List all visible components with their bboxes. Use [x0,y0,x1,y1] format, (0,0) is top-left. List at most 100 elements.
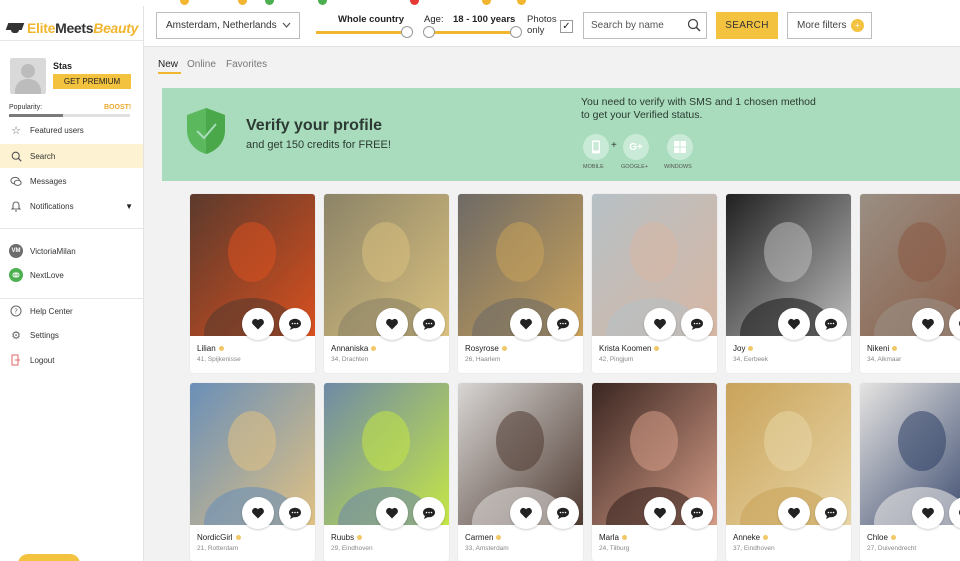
profile-name[interactable]: Ruubs [331,533,363,542]
verify-windows-button[interactable] [667,134,693,160]
sidebar-item-settings[interactable]: ⚙ Settings [0,323,143,347]
profile-name[interactable]: Joy [733,344,754,353]
search-button[interactable]: SEARCH [716,12,778,39]
heart-icon [386,507,398,519]
message-button[interactable] [413,308,445,340]
like-button[interactable] [912,308,944,340]
tab-favorites[interactable]: Favorites [226,59,267,70]
avatar[interactable] [10,58,46,94]
profile-card[interactable]: Rosyrose 26, Haarlem [458,194,583,373]
message-button[interactable] [815,308,847,340]
age-max-handle[interactable] [510,26,522,38]
sidebar-item-featured-users[interactable]: ☆ Featured users [0,118,143,142]
profile-photo[interactable] [860,383,960,525]
profile-age-location: 27, Duivendrecht [867,545,917,552]
photos-only-checkbox[interactable]: ✓ [560,20,573,33]
message-button[interactable] [279,308,311,340]
sidebar-item-nextlove[interactable]: NextLove [0,263,143,287]
like-button[interactable] [376,308,408,340]
profile-name[interactable]: Carmen [465,533,502,542]
profile-age-location: 42, Pingjum [599,356,634,363]
age-slider-track[interactable] [429,31,516,34]
location-select[interactable]: Amsterdam, Netherlands [156,12,300,39]
profile-card[interactable]: Nikeni 34, Alkmaar [860,194,960,373]
profile-name[interactable]: Annaniska [331,344,377,353]
profile-name-text: Krista Koomen [599,344,652,353]
profile-card[interactable]: Annaniska 34, Drachten [324,194,449,373]
message-button[interactable] [681,308,713,340]
like-button[interactable] [912,497,944,529]
profile-card[interactable]: Joy 34, Eerbeek [726,194,851,373]
more-filters-button[interactable]: More filters + [787,12,872,39]
tab-online[interactable]: Online [187,59,216,70]
profile-name[interactable]: NordicGirl [197,533,241,542]
profile-card[interactable]: Carmen 33, Amsterdam [458,383,583,561]
like-button[interactable] [644,308,676,340]
like-button[interactable] [510,497,542,529]
profile-age-location: 34, Alkmaar [867,356,902,363]
profile-name[interactable]: Nikeni [867,344,898,353]
profile-card[interactable]: Chloe 27, Duivendrecht [860,383,960,561]
distance-slider-track[interactable] [316,31,404,34]
distance-slider-handle[interactable] [401,26,413,38]
boost-link[interactable]: BOOST! [104,104,131,111]
get-premium-button[interactable]: GET PREMIUM [53,74,131,89]
windows-label: WINDOWS [664,164,692,170]
search-icon[interactable] [687,18,701,32]
sidebar-item-notifications[interactable]: Notifications ▼ [0,194,143,218]
chat-support-button[interactable] [18,554,80,561]
profile-card[interactable]: Lilian 41, Spijkenisse [190,194,315,373]
like-button[interactable] [778,497,810,529]
message-button[interactable] [815,497,847,529]
message-button[interactable] [547,497,579,529]
message-button[interactable] [547,308,579,340]
sidebar-item-help-center[interactable]: ? Help Center [0,299,143,323]
profile-card[interactable]: Anneke 37, Eindhoven [726,383,851,561]
message-button[interactable] [279,497,311,529]
profile-card[interactable]: NordicGirl 21, Rotterdam [190,383,315,561]
like-button[interactable] [510,308,542,340]
profile-age-location: 21, Rotterdam [197,545,239,552]
profile-card[interactable]: Krista Koomen 42, Pingjum [592,194,717,373]
verify-google-plus-button[interactable]: G+ [623,134,649,160]
message-button[interactable] [681,497,713,529]
profile-name[interactable]: Anneke [733,533,769,542]
sidebar-item-search[interactable]: Search [0,144,143,168]
chat-bubble-icon [825,507,837,519]
sidebar: Elite Meets Beauty Stas GET PREMIUM Popula… [0,6,144,561]
shield-check-icon [187,108,225,154]
verify-profile-banner[interactable]: Verify your profile and get 150 credits … [162,88,960,181]
profile-name[interactable]: Chloe [867,533,896,542]
caret-down-icon[interactable]: ▼ [125,202,133,211]
message-button[interactable] [413,497,445,529]
profile-name[interactable]: Marla [599,533,628,542]
chat-bubble-icon [825,318,837,330]
sidebar-item-victoriamilan[interactable]: VM VictoriaMilan [0,239,143,263]
like-button[interactable] [242,497,274,529]
profile-name-text: Marla [599,533,620,542]
profile-name[interactable]: Lilian [197,344,224,353]
like-button[interactable] [644,497,676,529]
like-button[interactable] [242,308,274,340]
profile-name[interactable]: Rosyrose [465,344,507,353]
heart-icon [386,318,398,330]
profile-card[interactable]: Ruubs 29, Eindhoven [324,383,449,561]
sidebar-item-logout[interactable]: Logout [0,348,143,372]
photos-only-label: Photos only [527,14,557,36]
sidebar-item-label: NextLove [30,270,64,280]
profile-photo[interactable] [860,194,960,336]
logo[interactable]: Elite Meets Beauty [6,18,138,38]
sidebar-item-label: Featured users [30,125,84,135]
profile-card[interactable]: Marla 24, Tilburg [592,383,717,561]
age-min-handle[interactable] [423,26,435,38]
windows-icon [674,141,686,153]
google-plus-icon: G+ [629,141,643,153]
profile-name[interactable]: Krista Koomen [599,344,660,353]
like-button[interactable] [376,497,408,529]
verify-mobile-button[interactable] [583,134,609,160]
star-icon: ☆ [11,124,21,137]
bookmark-icon [517,0,526,5]
sidebar-item-messages[interactable]: Messages [0,169,143,193]
tab-new[interactable]: New [158,59,178,70]
like-button[interactable] [778,308,810,340]
